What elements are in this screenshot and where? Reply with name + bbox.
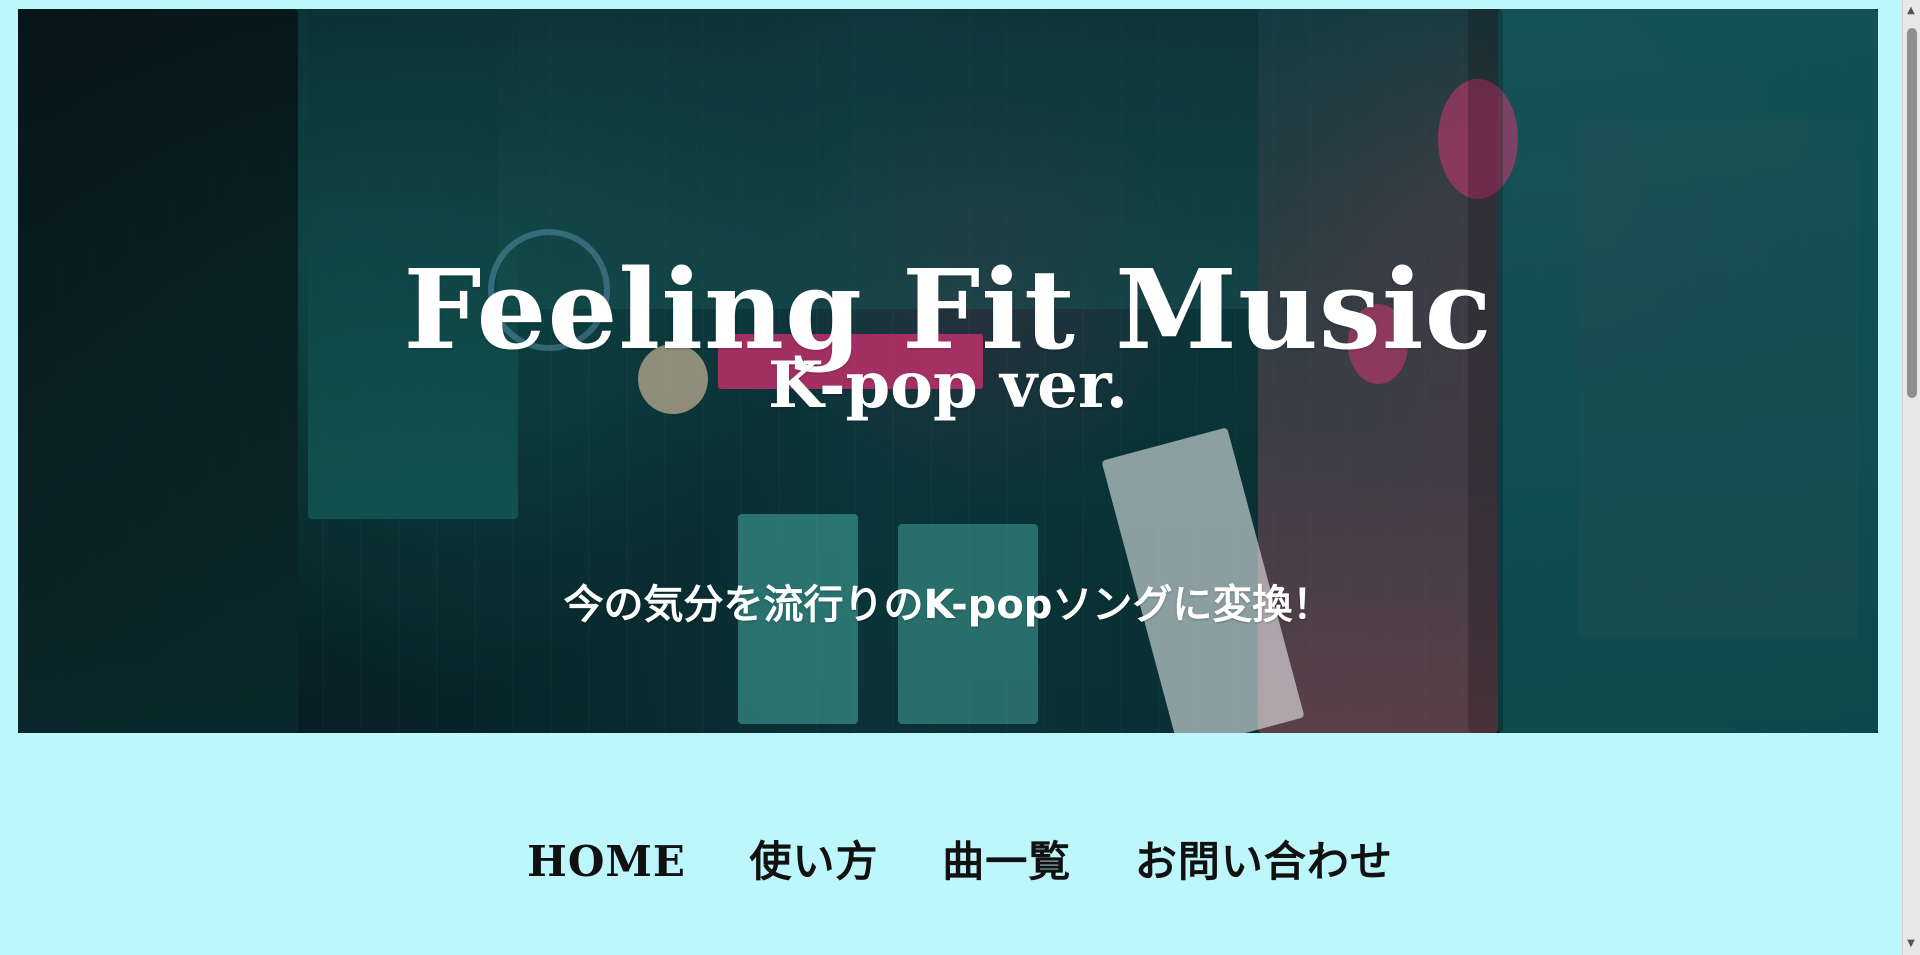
vertical-scrollbar[interactable]: ▲ ▼ <box>1902 0 1920 955</box>
nav-song-list-link[interactable]: 曲一覧 <box>942 828 1071 889</box>
hero-subtitle: K-pop ver. <box>767 348 1129 423</box>
scroll-thumb[interactable] <box>1907 28 1917 398</box>
chevron-up-icon[interactable]: ▲ <box>1906 6 1916 16</box>
nav-contact-link[interactable]: お問い合わせ <box>1135 828 1393 889</box>
chevron-down-icon[interactable]: ▼ <box>1906 939 1916 949</box>
main-navigation: HOME 使い方 曲一覧 お問い合わせ <box>0 828 1920 889</box>
nav-home-link[interactable]: HOME <box>527 837 686 886</box>
page: Feeling Fit Music K-pop ver. 今の気分を流行りのK-… <box>0 0 1920 955</box>
hero-banner: Feeling Fit Music K-pop ver. 今の気分を流行りのK-… <box>18 9 1878 733</box>
hero-tagline: 今の気分を流行りのK-popソングに変換！ <box>563 582 1333 628</box>
nav-how-to-link[interactable]: 使い方 <box>750 828 879 889</box>
